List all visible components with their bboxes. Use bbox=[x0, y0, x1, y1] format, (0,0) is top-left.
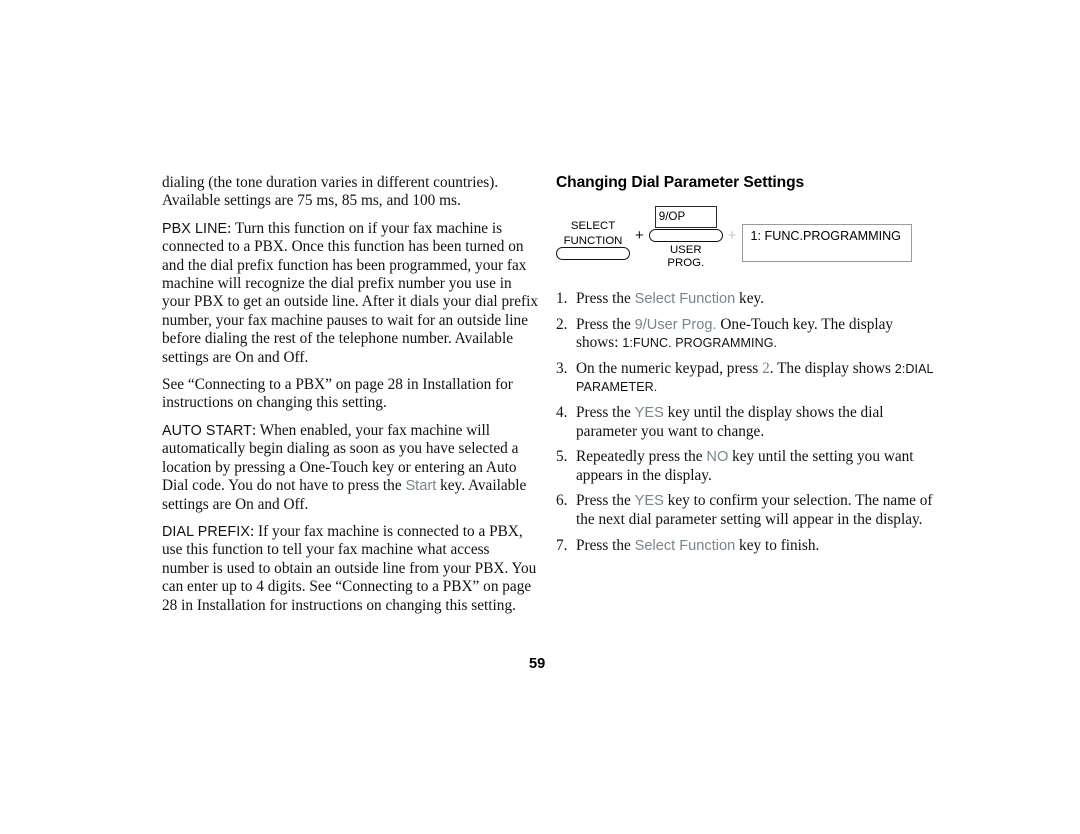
step-2-key-user-prog: 9/User Prog. bbox=[634, 316, 717, 333]
step-7-text-b: key to finish. bbox=[735, 536, 820, 554]
paragraph-dialing-text: dialing (the tone duration varies in dif… bbox=[162, 174, 499, 210]
section-heading: Changing Dial Parameter Settings bbox=[556, 174, 805, 191]
term-auto-start: AUTO START bbox=[162, 422, 252, 439]
page-number: 59 bbox=[529, 656, 546, 672]
step-4-number: 4. bbox=[556, 403, 568, 421]
step-3-number: 3. bbox=[556, 359, 568, 377]
diagram-plus-2-slot: + bbox=[723, 206, 742, 244]
step-1-key-select-function: Select Function bbox=[634, 291, 736, 307]
step-5-key-no: NO bbox=[706, 449, 729, 466]
paragraph-dial-prefix: DIAL PREFIX: If your fax machine is conn… bbox=[162, 523, 540, 615]
paragraph-pbx-line: PBX LINE: Turn this function on if your … bbox=[162, 220, 540, 367]
paragraph-dialing: dialing (the tone duration varies in dif… bbox=[162, 174, 540, 211]
step-2-display-text: 1:FUNC. PROGRAMMING. bbox=[622, 336, 778, 351]
step-1-number: 1. bbox=[556, 290, 568, 307]
step-3-key-2: 2 bbox=[762, 359, 770, 377]
key-sequence-diagram: SELECT FUNCTION + 9/OP USER PROG. + 1: F… bbox=[556, 206, 936, 284]
term-pbx-line: PBX LINE bbox=[162, 220, 228, 237]
procedure-step-list: 1. Press the Select Function key. 2. Press… bbox=[556, 290, 936, 555]
right-content-column: Changing Dial Parameter Settings SELECT … bbox=[556, 174, 936, 562]
step-7-number: 7. bbox=[556, 536, 568, 554]
step-2: 2. Press the 9/User Prog. One-Touch key. … bbox=[556, 316, 936, 353]
step-6: 6. Press the YES key to confirm your sele… bbox=[556, 492, 936, 529]
step-5-number: 5. bbox=[556, 448, 568, 466]
diagram-select-function-key: SELECT FUNCTION bbox=[556, 206, 630, 261]
step-5: 5. Repeatedly press the NO key until the … bbox=[556, 448, 936, 485]
plus-icon-1: + bbox=[635, 227, 644, 244]
step-2-number: 2. bbox=[556, 315, 568, 333]
step-7: 7. Press the Select Function key to finis… bbox=[556, 537, 936, 556]
diagram-user-prog-key: 9/OP USER PROG. bbox=[648, 206, 723, 269]
step-3-text-a: On the numeric keypad, press bbox=[576, 359, 763, 377]
paragraph-see-connecting: See “Connecting to a PBX” on page 28 in … bbox=[162, 376, 540, 413]
step-6-text-a: Press the bbox=[576, 492, 635, 510]
paragraph-pbx-line-text: : Turn this function on if your fax mach… bbox=[162, 219, 538, 366]
step-4-key-yes: YES bbox=[634, 404, 664, 421]
step-6-number: 6. bbox=[556, 492, 568, 510]
select-function-caption-line1: SELECT bbox=[570, 220, 616, 232]
user-prog-pill-button-icon bbox=[648, 229, 723, 242]
step-3: 3. On the numeric keypad, press 2. The di… bbox=[556, 360, 936, 397]
step-1: 1. Press the Select Function key. bbox=[556, 290, 936, 309]
user-prog-caption-line1: USER bbox=[669, 244, 702, 256]
step-4: 4. Press the YES key until the display sh… bbox=[556, 404, 936, 441]
term-dial-prefix: DIAL PREFIX bbox=[162, 523, 250, 540]
select-function-pill-button-icon bbox=[556, 247, 630, 261]
step-2-text-a: Press the bbox=[576, 315, 635, 333]
left-text-column: dialing (the tone duration varies in dif… bbox=[162, 174, 540, 615]
step-7-key-select-function: Select Function bbox=[634, 537, 736, 554]
select-function-caption-line2: FUNCTION bbox=[563, 234, 623, 247]
diagram-plus-1-slot: + bbox=[630, 206, 649, 244]
step-6-key-yes: YES bbox=[634, 493, 664, 510]
user-prog-caption-line2: PROG. bbox=[667, 256, 705, 269]
step-4-text-a: Press the bbox=[576, 403, 635, 421]
paragraph-auto-start: AUTO START: When enabled, your fax machi… bbox=[162, 422, 540, 514]
manual-page: dialing (the tone duration varies in dif… bbox=[0, 0, 1080, 834]
display-box-text: 1: FUNC.PROGRAMMING bbox=[741, 224, 912, 262]
key-start: Start bbox=[405, 478, 437, 495]
step-7-text-a: Press the bbox=[576, 536, 635, 554]
step-1-text-a: Press the bbox=[576, 290, 635, 307]
step-1-text-b: key. bbox=[735, 290, 764, 307]
step-5-text-a: Repeatedly press the bbox=[576, 448, 707, 466]
step-3-text-b: . The display shows bbox=[769, 359, 895, 377]
paragraph-see-connecting-text: See “Connecting to a PBX” on page 28 in … bbox=[162, 376, 513, 412]
user-prog-box-label: 9/OP bbox=[654, 206, 717, 228]
plus-icon-2: + bbox=[727, 227, 737, 244]
diagram-display-result: 1: FUNC.PROGRAMMING bbox=[741, 206, 912, 262]
